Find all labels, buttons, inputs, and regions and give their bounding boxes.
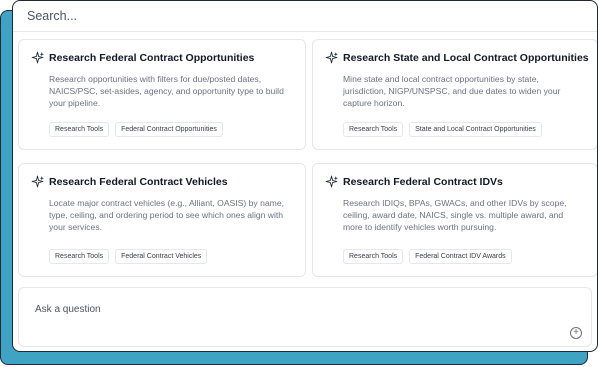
tag[interactable]: Research Tools	[343, 249, 404, 264]
sparkle-icon	[325, 175, 338, 188]
app-window: Research Federal Contract Opportunities …	[12, 0, 598, 352]
ask-question-box: +	[18, 287, 592, 347]
card-title: Research Federal Contract IDVs	[343, 175, 503, 188]
card-grid: Research Federal Contract Opportunities …	[18, 39, 597, 277]
search-input[interactable]	[25, 8, 597, 24]
card-tags: Research Tools Federal Contract Vehicles	[49, 249, 208, 264]
tag[interactable]: State and Local Contract Opportunities	[409, 122, 542, 137]
ask-question-input[interactable]	[33, 302, 557, 326]
tag[interactable]: Federal Contract Vehicles	[115, 249, 208, 264]
tag[interactable]: Research Tools	[49, 249, 110, 264]
sparkle-icon	[325, 51, 338, 64]
search-bar	[13, 1, 597, 32]
card-tags: Research Tools Federal Contract IDV Awar…	[343, 249, 512, 264]
card-title: Research Federal Contract Vehicles	[49, 175, 228, 188]
card-description: Research IDIQs, BPAs, GWACs, and other I…	[343, 198, 567, 232]
tag[interactable]: Research Tools	[49, 122, 110, 137]
card-federal-contract-opportunities[interactable]: Research Federal Contract Opportunities …	[18, 39, 306, 150]
card-federal-contract-idvs[interactable]: Research Federal Contract IDVs Research …	[312, 163, 597, 277]
card-tags: Research Tools Federal Contract Opportun…	[49, 122, 223, 137]
tag[interactable]: Research Tools	[343, 122, 404, 137]
sparkle-icon	[31, 51, 44, 64]
plus-circle-icon[interactable]: +	[570, 327, 582, 339]
tag[interactable]: Federal Contract Opportunities	[115, 122, 223, 137]
card-description: Mine state and local contract opportunit…	[343, 74, 561, 108]
card-title: Research Federal Contract Opportunities	[49, 51, 255, 64]
tag[interactable]: Federal Contract IDV Awards	[409, 249, 512, 264]
card-tags: Research Tools State and Local Contract …	[343, 122, 542, 137]
card-title: Research State and Local Contract Opport…	[343, 51, 589, 64]
card-description: Research opportunities with filters for …	[49, 74, 284, 108]
card-state-local-contract-opportunities[interactable]: Research State and Local Contract Opport…	[312, 39, 597, 150]
sparkle-icon	[31, 175, 44, 188]
card-federal-contract-vehicles[interactable]: Research Federal Contract Vehicles Locat…	[18, 163, 306, 277]
card-description: Locate major contract vehicles (e.g., Al…	[49, 198, 285, 232]
